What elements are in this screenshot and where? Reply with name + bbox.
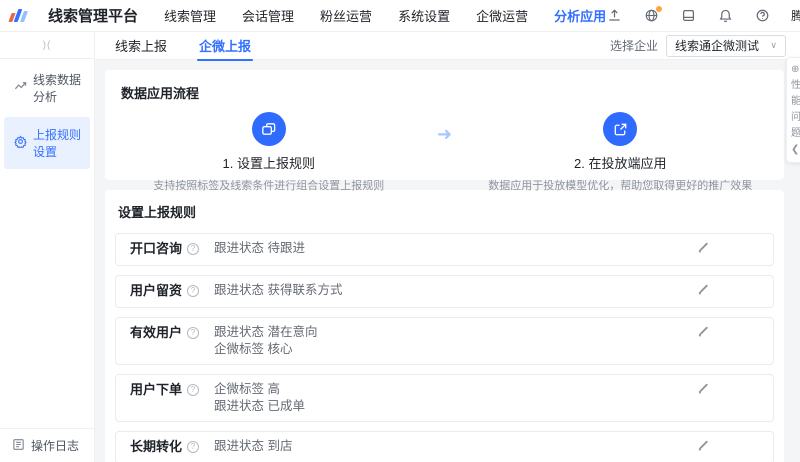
app-title: 线索管理平台	[48, 8, 139, 25]
edit-icon[interactable]	[696, 241, 709, 259]
sidebar-item-label: 上报规则设置	[33, 128, 82, 159]
rule-condition: 跟进状态 潜在意向	[214, 325, 318, 339]
rule-name: 有效用户	[130, 325, 183, 340]
chart-icon	[14, 80, 27, 96]
rule-row-yonghu-liuzi: 用户留资 ? 跟进状态 获得联系方式	[115, 275, 774, 308]
rule-condition: 跟进状态 获得联系方式	[214, 283, 343, 297]
info-icon[interactable]: ?	[187, 242, 200, 255]
report-rules-card: 设置上报规则 开口咨询 ? 跟进状态 待跟进 用户留资 ? 跟进状态 获得联系方…	[105, 190, 784, 462]
flow-step-1: 1. 设置上报规则 支持按照标签及线索条件进行组合设置上报规则	[121, 112, 417, 193]
upload-icon[interactable]	[606, 8, 622, 24]
rule-name: 用户下单	[130, 382, 183, 397]
sidebar-item-operation-log[interactable]: 操作日志	[0, 428, 94, 462]
arrow-right-icon: ➜	[436, 124, 453, 144]
nav-item-system-settings[interactable]: 系统设置	[398, 6, 450, 25]
info-icon[interactable]: ?	[187, 440, 200, 453]
workbench-icon[interactable]	[680, 8, 696, 24]
top-nav: 线索管理 会话管理 粉丝运营 系统设置 企微运营 分析应用	[164, 6, 606, 25]
rule-name: 用户留资	[130, 283, 183, 298]
nav-item-fans-ops[interactable]: 粉丝运营	[320, 6, 372, 25]
tab-lead-report[interactable]: 线索上报	[113, 31, 169, 61]
rule-name: 开口咨询	[130, 241, 183, 256]
float-widget-item[interactable]: 性	[789, 78, 800, 94]
edit-icon[interactable]	[696, 325, 709, 343]
sidebar-footer-label: 操作日志	[31, 439, 80, 453]
flow-step-desc: 数据应用于投放模型优化，帮助您取得更好的推广效果	[488, 180, 753, 192]
sidebar-collapse-button[interactable]: )(	[0, 32, 94, 59]
floating-side-panel[interactable]: ⊕ 性 能 问 题 ❮	[786, 57, 800, 163]
rule-condition: 跟进状态 待跟进	[214, 241, 305, 255]
rule-condition: 企微标签 核心	[214, 342, 293, 356]
chevron-down-icon: ∨	[770, 40, 777, 50]
tab-wecom-report[interactable]: 企微上报	[197, 31, 254, 61]
sidebar: )( 线索数据分析 上报规则设置 操作日志	[0, 32, 95, 462]
app-logo-icon	[8, 9, 29, 22]
enterprise-select-value: 线索通企微测试	[675, 39, 760, 53]
edit-icon[interactable]	[696, 283, 709, 301]
rule-row-yonghu-xiadan: 用户下单 ? 企微标签 高 跟进状态 已成单	[115, 374, 774, 422]
tab-bar: 线索上报 企微上报 选择企业 线索通企微测试 ∨	[95, 31, 800, 61]
nav-item-session-mgmt[interactable]: 会话管理	[242, 6, 294, 25]
edit-icon[interactable]	[696, 382, 709, 400]
top-header: 线索管理平台 线索管理 会话管理 粉丝运营 系统设置 企微运营 分析应用 腾	[0, 0, 800, 32]
nav-item-wecom-ops[interactable]: 企微运营	[476, 6, 528, 25]
collapse-icon: )(	[42, 39, 52, 51]
help-icon[interactable]	[754, 8, 770, 24]
rules-icon	[251, 112, 286, 146]
rule-condition: 跟进状态 已成单	[214, 399, 305, 413]
float-widget-item[interactable]: 问	[789, 110, 800, 126]
rules-card-title: 设置上报规则	[118, 205, 197, 220]
main-content: 数据应用流程 1. 设置上报规则 支持按照标签及线索条件进行组合设置上报规则 ➜	[95, 60, 800, 462]
globe-icon[interactable]	[643, 5, 663, 24]
edit-icon[interactable]	[696, 439, 709, 457]
apply-icon	[603, 112, 638, 146]
nav-item-lead-mgmt[interactable]: 线索管理	[164, 6, 216, 25]
rule-row-youxiao-yonghu: 有效用户 ? 跟进状态 潜在意向 企微标签 核心	[115, 317, 774, 365]
bell-icon[interactable]	[717, 8, 733, 24]
info-icon[interactable]: ?	[187, 284, 200, 297]
data-apply-flow-card: 数据应用流程 1. 设置上报规则 支持按照标签及线索条件进行组合设置上报规则 ➜	[105, 70, 784, 192]
rule-row-kaikou-zixun: 开口咨询 ? 跟进状态 待跟进	[115, 233, 774, 266]
sidebar-item-report-rule-settings[interactable]: 上报规则设置	[4, 117, 90, 169]
company-name: 腾讯科技(北京)有限公司	[791, 9, 800, 23]
rule-condition: 跟进状态 到店	[214, 439, 293, 453]
nav-item-analysis-apps[interactable]: 分析应用	[554, 6, 606, 25]
float-widget-item[interactable]: 能	[789, 94, 800, 110]
flow-step-2: 2. 在投放端应用 数据应用于投放模型优化，帮助您取得更好的推广效果	[473, 112, 769, 193]
float-widget-item[interactable]: 题	[789, 126, 800, 142]
rule-name: 长期转化	[130, 439, 183, 454]
enterprise-select-label: 选择企业	[609, 39, 658, 53]
flow-card-title: 数据应用流程	[121, 86, 200, 101]
flow-step-title: 1. 设置上报规则	[222, 156, 315, 171]
gear-icon	[14, 135, 27, 151]
flow-step-title: 2. 在投放端应用	[574, 156, 667, 171]
log-icon	[12, 438, 25, 454]
info-icon[interactable]: ?	[187, 383, 200, 396]
float-widget-item[interactable]: ⊕	[789, 62, 800, 78]
notification-dot	[656, 5, 663, 12]
rule-condition: 企微标签 高	[214, 382, 280, 396]
enterprise-select[interactable]: 线索通企微测试 ∨	[666, 34, 786, 57]
sidebar-item-lead-data-analysis[interactable]: 线索数据分析	[4, 62, 90, 114]
company-switcher[interactable]: 腾讯科技(北京)有限公司 ▾	[791, 7, 800, 24]
rule-row-changqi-zhuanhua: 长期转化 ? 跟进状态 到店	[115, 431, 774, 462]
info-icon[interactable]: ?	[187, 326, 200, 339]
float-widget-item[interactable]: ❮	[789, 142, 800, 158]
sidebar-item-label: 线索数据分析	[33, 73, 82, 104]
flow-step-desc: 支持按照标签及线索条件进行组合设置上报规则	[153, 180, 385, 192]
